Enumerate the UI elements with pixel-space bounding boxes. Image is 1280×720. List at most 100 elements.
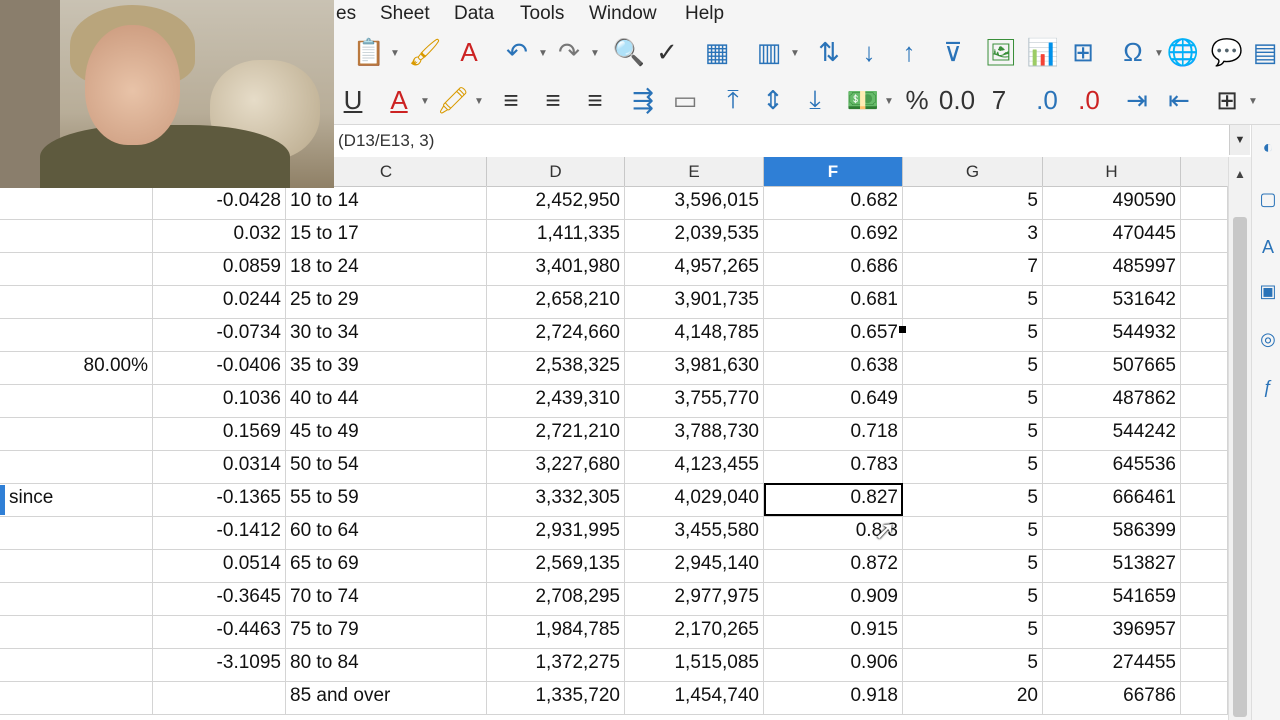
cell[interactable]: 5 — [903, 450, 1043, 483]
cell[interactable]: 490590 — [1043, 186, 1181, 219]
cell[interactable]: 0.0244 — [153, 285, 286, 318]
column-header-d[interactable]: D — [487, 157, 625, 186]
cell[interactable]: 274455 — [1043, 648, 1181, 681]
cell[interactable]: 70 to 74 — [286, 582, 487, 615]
cell[interactable]: 0.783 — [764, 450, 903, 483]
menu-item-styles[interactable]: es — [336, 3, 356, 25]
increase-indent-icon[interactable]: ⇥ — [1120, 84, 1154, 116]
cell[interactable] — [0, 615, 153, 648]
chevron-down-icon[interactable]: ▼ — [420, 96, 430, 107]
cell[interactable] — [0, 219, 153, 252]
cell[interactable] — [1181, 450, 1228, 483]
spelling-icon[interactable]: ✓ — [650, 36, 684, 68]
cell[interactable]: 0.0314 — [153, 450, 286, 483]
cell[interactable]: since — [0, 483, 153, 516]
cell[interactable]: 0.638 — [764, 351, 903, 384]
cell[interactable] — [1181, 318, 1228, 351]
properties-icon[interactable]: ◐ — [1258, 137, 1278, 159]
cell[interactable]: 80.00% — [0, 351, 153, 384]
cell[interactable]: 0.681 — [764, 285, 903, 318]
cell[interactable]: 3,401,980 — [487, 252, 625, 285]
cell[interactable]: 80 to 84 — [286, 648, 487, 681]
redo-icon[interactable]: ↷ — [552, 36, 586, 68]
cell[interactable]: 1,372,275 — [487, 648, 625, 681]
cell[interactable]: -0.4463 — [153, 615, 286, 648]
cell[interactable]: 5 — [903, 417, 1043, 450]
cell[interactable]: 3,981,630 — [625, 351, 764, 384]
cell[interactable]: 645536 — [1043, 450, 1181, 483]
cell[interactable]: 5 — [903, 318, 1043, 351]
cell[interactable]: 7 — [903, 252, 1043, 285]
header-footer-icon[interactable]: ▤ — [1248, 36, 1280, 68]
cell[interactable]: 1,984,785 — [487, 615, 625, 648]
styles-icon[interactable]: ▢ — [1258, 189, 1278, 211]
cell[interactable]: 2,452,950 — [487, 186, 625, 219]
chevron-down-icon[interactable]: ▼ — [538, 48, 548, 59]
cell[interactable]: 0.906 — [764, 648, 903, 681]
cell[interactable] — [1181, 681, 1228, 714]
column-header-h[interactable]: H — [1043, 157, 1181, 186]
chevron-down-icon[interactable]: ▼ — [790, 48, 800, 59]
font-icon[interactable]: A — [1258, 237, 1278, 259]
align-center-icon[interactable]: ≡ — [536, 84, 570, 116]
hyperlink-icon[interactable]: 🌐 — [1166, 36, 1200, 68]
sort-ascending-icon[interactable]: ↓ — [852, 36, 886, 68]
cell[interactable]: 541659 — [1043, 582, 1181, 615]
cell[interactable]: 85 and over — [286, 681, 487, 714]
cell[interactable]: 3,901,735 — [625, 285, 764, 318]
cell[interactable]: 2,170,265 — [625, 615, 764, 648]
cell[interactable]: 5 — [903, 615, 1043, 648]
cell[interactable]: 2,721,210 — [487, 417, 625, 450]
cell[interactable]: 3,596,015 — [625, 186, 764, 219]
cell[interactable] — [0, 318, 153, 351]
cell[interactable]: 5 — [903, 648, 1043, 681]
merge-cells-icon[interactable]: ▭ — [668, 84, 702, 116]
chevron-down-icon[interactable]: ▼ — [1154, 48, 1164, 59]
percent-format-icon[interactable]: % — [900, 84, 934, 116]
cell[interactable]: 65 to 69 — [286, 549, 487, 582]
cell[interactable]: 0.872 — [764, 549, 903, 582]
autofilter-icon[interactable]: ⊽ — [936, 36, 970, 68]
cell[interactable]: 15 to 17 — [286, 219, 487, 252]
chart-icon[interactable]: 📊 — [1026, 36, 1060, 68]
currency-format-icon[interactable]: 💵 — [846, 84, 880, 116]
cell[interactable]: 5 — [903, 582, 1043, 615]
cell[interactable]: 0.1569 — [153, 417, 286, 450]
cell[interactable] — [1181, 549, 1228, 582]
font-color-icon[interactable]: A — [382, 84, 416, 116]
cell[interactable]: 4,029,040 — [625, 483, 764, 516]
cell[interactable] — [1181, 648, 1228, 681]
cell[interactable]: 50 to 54 — [286, 450, 487, 483]
cell[interactable]: 0.0514 — [153, 549, 286, 582]
cell[interactable]: 507665 — [1043, 351, 1181, 384]
sort-descending-icon[interactable]: ↑ — [892, 36, 926, 68]
cell[interactable] — [1181, 219, 1228, 252]
menu-item-help[interactable]: Help — [685, 3, 724, 25]
cell[interactable]: -0.0734 — [153, 318, 286, 351]
cell[interactable]: 2,724,660 — [487, 318, 625, 351]
cell[interactable]: 5 — [903, 516, 1043, 549]
align-top-icon[interactable]: ⤒ — [716, 84, 750, 116]
special-character-icon[interactable]: Ω — [1116, 36, 1150, 68]
cell[interactable]: 0.0859 — [153, 252, 286, 285]
chevron-down-icon[interactable]: ▼ — [1248, 96, 1258, 107]
align-left-icon[interactable]: ≡ — [494, 84, 528, 116]
cell[interactable]: 2,439,310 — [487, 384, 625, 417]
cell[interactable] — [0, 648, 153, 681]
cell[interactable]: 666461 — [1043, 483, 1181, 516]
cell[interactable] — [1181, 417, 1228, 450]
cell[interactable]: 5 — [903, 549, 1043, 582]
cell[interactable]: 0.682 — [764, 186, 903, 219]
undo-icon[interactable]: ↶ — [500, 36, 534, 68]
cell[interactable] — [0, 384, 153, 417]
comment-icon[interactable]: 💬 — [1210, 36, 1244, 68]
cell[interactable]: 5 — [903, 351, 1043, 384]
delete-decimal-icon[interactable]: .0 — [1072, 84, 1106, 116]
functions-icon[interactable]: ƒ — [1258, 377, 1278, 399]
cell[interactable] — [0, 285, 153, 318]
row-icon[interactable]: ▦ — [700, 36, 734, 68]
borders-icon[interactable]: ⊞ — [1210, 84, 1244, 116]
cell[interactable]: -3.1095 — [153, 648, 286, 681]
column-header-e[interactable]: E — [625, 157, 764, 186]
cell[interactable]: 544242 — [1043, 417, 1181, 450]
